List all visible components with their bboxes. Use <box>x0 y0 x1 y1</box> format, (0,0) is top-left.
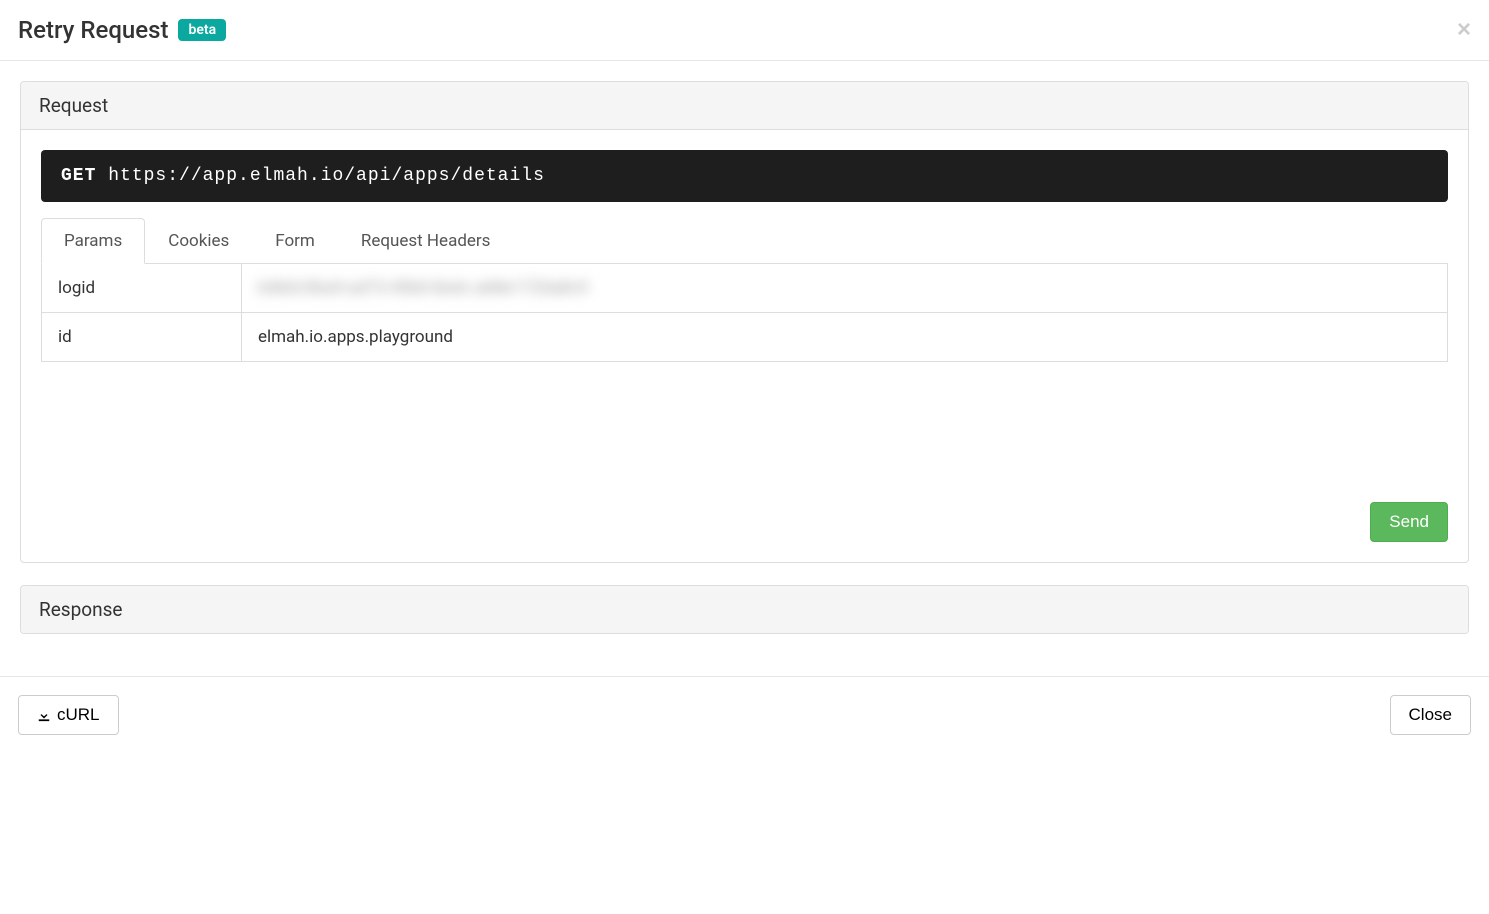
response-panel-title: Response <box>39 598 1450 621</box>
response-panel-heading: Response <box>21 586 1468 633</box>
modal-body: Request GET https://app.elmah.io/api/app… <box>0 61 1489 676</box>
tab-cookies[interactable]: Cookies <box>145 218 252 264</box>
request-panel-heading: Request <box>21 82 1468 130</box>
table-row: logid b4b0c9ba9-ad73-49b0-8a4c-a68e1720a… <box>42 264 1448 313</box>
param-value[interactable]: elmah.io.apps.playground <box>242 313 1448 362</box>
param-value[interactable]: b4b0c9ba9-ad73-49b0-8a4c-a68e1720a8c9 <box>242 264 1448 313</box>
params-table: logid b4b0c9ba9-ad73-49b0-8a4c-a68e1720a… <box>41 264 1448 362</box>
beta-badge: beta <box>178 19 226 41</box>
request-panel-title: Request <box>39 94 1450 117</box>
tab-params[interactable]: Params <box>41 218 145 264</box>
request-tabs: Params Cookies Form Request Headers <box>41 218 1448 264</box>
request-actions: Send <box>41 502 1448 542</box>
send-button[interactable]: Send <box>1370 502 1448 542</box>
tab-request-headers[interactable]: Request Headers <box>338 218 514 264</box>
table-row: id elmah.io.apps.playground <box>42 313 1448 362</box>
blurred-value: b4b0c9ba9-ad73-49b0-8a4c-a68e1720a8c9 <box>258 278 588 298</box>
page-title: Retry Request <box>18 16 168 44</box>
response-panel: Response <box>20 585 1469 634</box>
curl-button[interactable]: cURL <box>18 695 119 735</box>
close-button[interactable]: Close <box>1390 695 1471 735</box>
param-key[interactable]: logid <box>42 264 242 313</box>
request-url-bar: GET https://app.elmah.io/api/apps/detail… <box>41 150 1448 202</box>
http-url: https://app.elmah.io/api/apps/details <box>108 166 545 186</box>
curl-button-label: cURL <box>57 705 100 725</box>
request-panel-body: GET https://app.elmah.io/api/apps/detail… <box>21 130 1468 562</box>
http-method: GET <box>61 166 96 186</box>
param-key[interactable]: id <box>42 313 242 362</box>
modal-title-group: Retry Request beta <box>18 16 226 44</box>
close-icon[interactable]: × <box>1457 18 1471 42</box>
request-panel: Request GET https://app.elmah.io/api/app… <box>20 81 1469 563</box>
tab-form[interactable]: Form <box>252 218 338 264</box>
modal-header: Retry Request beta × <box>0 0 1489 61</box>
modal-footer: cURL Close <box>0 676 1489 753</box>
download-icon <box>37 708 51 722</box>
